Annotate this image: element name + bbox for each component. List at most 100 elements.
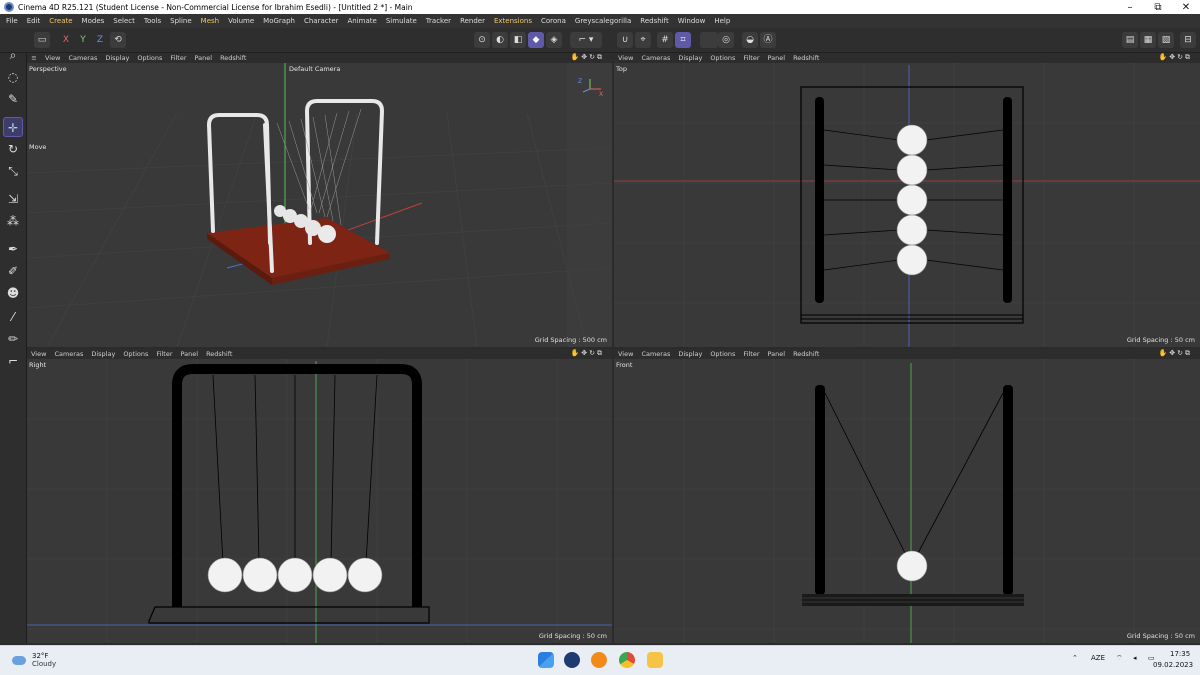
vp-menu-filter[interactable]: Filter	[739, 350, 763, 358]
grid-icon[interactable]: #	[657, 32, 673, 48]
menu-create[interactable]: Create	[45, 17, 77, 25]
menu-corona[interactable]: Corona	[537, 17, 571, 25]
menu-animate[interactable]: Animate	[344, 17, 382, 25]
snap-grid-icon[interactable]: ⌗	[675, 32, 691, 48]
rotate-tool-icon[interactable]: ↻	[3, 139, 23, 159]
menu-simulate[interactable]: Simulate	[382, 17, 422, 25]
live-selection-icon[interactable]: ◌	[3, 67, 23, 87]
vp-menu-filter[interactable]: Filter	[739, 54, 763, 62]
polygons-mode-icon[interactable]: ◧	[510, 32, 526, 48]
top-viewport[interactable]: View Cameras Display Options Filter Pane…	[614, 53, 1200, 347]
workplane-icon[interactable]: ⌖	[635, 32, 651, 48]
chevron-up-icon[interactable]: ⌃	[1072, 654, 1078, 662]
mesh-tool-icon[interactable]: ⁂	[3, 211, 23, 231]
file-explorer-icon[interactable]	[647, 652, 663, 668]
spline-pen-icon[interactable]: ✒	[3, 239, 23, 259]
vp-menu-options[interactable]: Options	[706, 54, 739, 62]
menu-greyscalegorilla[interactable]: Greyscalegorilla	[571, 17, 636, 25]
y-axis-lock-button[interactable]: Y	[75, 32, 91, 48]
menu-select[interactable]: Select	[109, 17, 140, 25]
viewport-nav-icons[interactable]: ✋✥↻⧉	[1155, 349, 1196, 358]
viewport-nav-icons[interactable]: ✋✥↻⧉	[567, 349, 608, 358]
cinema4d-taskbar-icon[interactable]	[564, 652, 580, 668]
render-tools-icon[interactable]: ✎	[3, 89, 23, 109]
language-indicator[interactable]: AZE	[1091, 654, 1105, 662]
menu-help[interactable]: Help	[710, 17, 735, 25]
material-icon[interactable]: ☻	[3, 283, 23, 303]
menu-character[interactable]: Character	[300, 17, 344, 25]
menu-render[interactable]: Render	[456, 17, 490, 25]
camera-label[interactable]: Default Camera	[289, 65, 340, 73]
layout-icon[interactable]: ⊟	[1180, 32, 1196, 48]
vp-menu-cameras[interactable]: Cameras	[50, 350, 87, 358]
vp-menu-view[interactable]: View	[614, 54, 637, 62]
render-settings-icon[interactable]: ▧	[1158, 32, 1174, 48]
clock-time[interactable]: 17:35	[1170, 650, 1190, 658]
vp-menu-display[interactable]: Display	[101, 54, 133, 62]
menu-modes[interactable]: Modes	[78, 17, 110, 25]
right-viewport[interactable]: View Cameras Display Options Filter Pane…	[27, 349, 612, 643]
menu-mesh[interactable]: Mesh	[197, 17, 224, 25]
search-icon-button[interactable]: ⌕	[3, 45, 23, 65]
asset-icon[interactable]: Ⓐ	[760, 32, 776, 48]
model-mode-icon[interactable]: ◆	[528, 32, 544, 48]
menu-extensions[interactable]: Extensions	[490, 17, 537, 25]
move-tool-icon[interactable]: ✛	[3, 117, 23, 137]
vp-menu-options[interactable]: Options	[133, 54, 166, 62]
vp-menu-filter[interactable]: Filter	[152, 350, 176, 358]
redshift-ipr-icon[interactable]: ◒	[742, 32, 758, 48]
vp-menu-panel[interactable]: Panel	[764, 350, 790, 358]
chrome-icon[interactable]	[619, 652, 635, 668]
vp-menu-view[interactable]: View	[614, 350, 637, 358]
search-app-icon[interactable]	[591, 652, 607, 668]
viewport-nav-icons[interactable]: ✋✥↻⧉	[567, 53, 608, 62]
snap-settings-icon[interactable]: ⌐ ▾	[570, 32, 602, 48]
vp-menu-options[interactable]: Options	[119, 350, 152, 358]
vp-menu-options[interactable]: Options	[706, 350, 739, 358]
vp-menu-cameras[interactable]: Cameras	[637, 54, 674, 62]
close-button[interactable]: ✕	[1172, 2, 1200, 13]
viewport-nav-icons[interactable]: ✋✥↻⧉	[1155, 53, 1196, 62]
menu-volume[interactable]: Volume	[224, 17, 259, 25]
vp-menu-view[interactable]: View	[27, 350, 50, 358]
vp-menu-redshift[interactable]: Redshift	[216, 54, 250, 62]
uv-mode-icon[interactable]: ◈	[546, 32, 562, 48]
render-to-picture-viewer-icon[interactable]: ▦	[1140, 32, 1156, 48]
menu-mograph[interactable]: MoGraph	[259, 17, 300, 25]
vp-menu-view[interactable]: View	[41, 54, 64, 62]
view-icon[interactable]: ▭	[34, 32, 50, 48]
coordinate-system-icon[interactable]: ⟲	[110, 32, 126, 48]
target-icon[interactable]: ◎	[718, 32, 734, 48]
measure-icon[interactable]: ⌐	[3, 351, 23, 371]
x-axis-lock-button[interactable]: X	[58, 32, 74, 48]
wifi-icon[interactable]: ⌔	[1116, 654, 1123, 663]
front-viewport[interactable]: View Cameras Display Options Filter Pane…	[614, 349, 1200, 643]
vp-menu-filter[interactable]: Filter	[166, 54, 190, 62]
edges-mode-icon[interactable]: ◐	[492, 32, 508, 48]
hamburger-icon[interactable]: ≡	[27, 54, 41, 62]
clock-date[interactable]: 09.02.2023	[1153, 661, 1193, 669]
z-axis-lock-button[interactable]: Z	[92, 32, 108, 48]
scale-tool-icon[interactable]: ⤡	[3, 161, 23, 181]
menu-redshift[interactable]: Redshift	[636, 17, 673, 25]
minimize-button[interactable]: –	[1116, 2, 1144, 13]
vp-menu-redshift[interactable]: Redshift	[789, 350, 823, 358]
windows-start-icon[interactable]	[538, 652, 554, 668]
brush-icon[interactable]: ⁄	[3, 307, 23, 327]
points-mode-icon[interactable]: ⊙	[474, 32, 490, 48]
vp-menu-redshift[interactable]: Redshift	[789, 54, 823, 62]
vp-menu-panel[interactable]: Panel	[177, 350, 203, 358]
menu-edit[interactable]: Edit	[23, 17, 46, 25]
volume-icon[interactable]: ◂	[1133, 654, 1137, 662]
sculpt-icon[interactable]: ✐	[3, 261, 23, 281]
render-region-icon[interactable]	[700, 32, 718, 48]
vp-menu-panel[interactable]: Panel	[191, 54, 217, 62]
vp-menu-cameras[interactable]: Cameras	[64, 54, 101, 62]
vp-menu-display[interactable]: Display	[674, 54, 706, 62]
vp-menu-display[interactable]: Display	[674, 350, 706, 358]
paint-icon[interactable]: ✏	[3, 329, 23, 349]
weather-widget[interactable]: 32°F Cloudy	[12, 652, 56, 668]
menu-tools[interactable]: Tools	[140, 17, 166, 25]
vp-menu-redshift[interactable]: Redshift	[202, 350, 236, 358]
transform-tool-icon[interactable]: ⇲	[3, 189, 23, 209]
